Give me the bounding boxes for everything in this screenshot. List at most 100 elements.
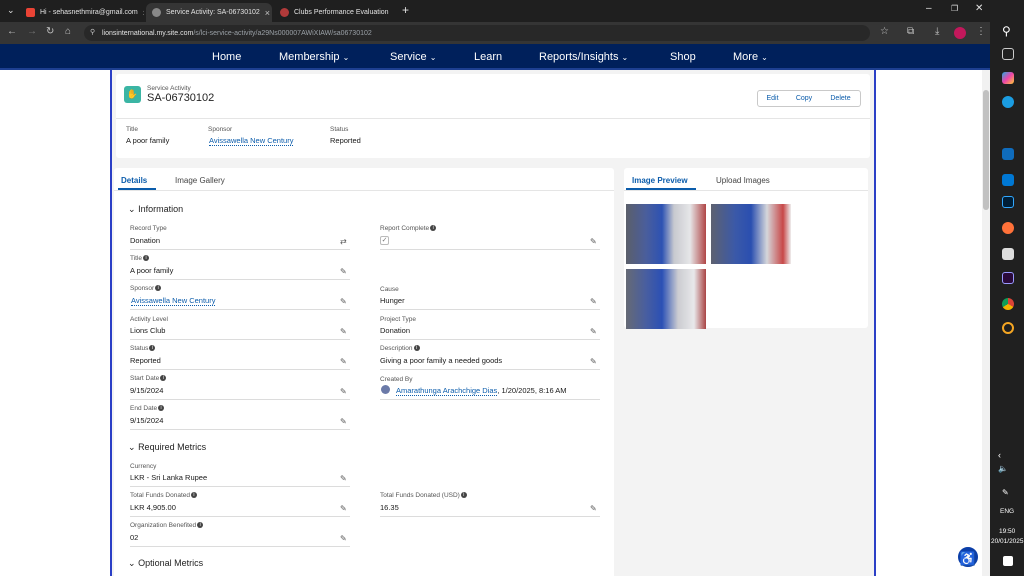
bookmark-star-icon[interactable]: ☆ xyxy=(880,26,889,37)
download-icon[interactable]: ⤓ xyxy=(935,26,939,37)
menu-icon[interactable]: ⋮ xyxy=(976,26,986,37)
volume-icon[interactable]: 🔈 xyxy=(998,464,1008,473)
info-icon[interactable]: i xyxy=(143,255,150,262)
edit-pencil-icon[interactable]: ✎ xyxy=(590,298,598,306)
field-divider xyxy=(130,249,350,250)
info-icon[interactable]: i xyxy=(149,345,156,352)
chevron-down-icon: ⌄ xyxy=(128,442,136,452)
tray-expand-icon[interactable]: ‹ xyxy=(998,450,1001,460)
edit-pencil-icon[interactable]: ✎ xyxy=(340,388,348,396)
language-indicator[interactable]: ENG xyxy=(1000,508,1014,515)
nav-home[interactable]: Home xyxy=(212,51,241,63)
info-icon[interactable]: i xyxy=(155,285,162,292)
edit-pencil-icon[interactable]: ✎ xyxy=(340,418,348,426)
field-divider xyxy=(130,309,350,310)
info-icon[interactable]: i xyxy=(413,345,420,352)
site-info-icon[interactable]: ⚲ xyxy=(90,28,95,36)
mail-icon[interactable] xyxy=(1002,174,1014,186)
nav-service[interactable]: Service ⌄ xyxy=(390,51,436,63)
activity-level-label: Activity Level xyxy=(130,316,168,323)
tab-service-activity[interactable]: Service Activity: SA-06730102 × xyxy=(146,3,272,22)
info-icon[interactable]: i xyxy=(158,405,165,412)
activity-photo-thumbnail[interactable] xyxy=(626,204,706,264)
nav-shop[interactable]: Shop xyxy=(670,51,696,63)
copy-button[interactable]: Copy xyxy=(787,90,822,107)
activity-photo-thumbnail[interactable] xyxy=(711,204,791,264)
new-tab-button[interactable]: + xyxy=(402,3,409,17)
edit-pencil-icon[interactable]: ✎ xyxy=(340,358,348,366)
edit-pencil-icon[interactable]: ✎ xyxy=(340,475,348,483)
nav-more[interactable]: More ⌄ xyxy=(733,51,768,63)
accessibility-button[interactable]: ♿ xyxy=(956,545,980,569)
activity-photo-thumbnail[interactable] xyxy=(626,269,706,329)
edit-pencil-icon[interactable]: ✎ xyxy=(590,505,598,513)
edit-pencil-icon[interactable]: ✎ xyxy=(340,298,348,306)
forward-icon[interactable]: → xyxy=(27,26,37,37)
tab-image-preview[interactable]: Image Preview xyxy=(632,176,688,185)
edit-pencil-icon[interactable]: ✎ xyxy=(590,358,598,366)
edit-pencil-icon[interactable]: ✎ xyxy=(340,268,348,276)
pen-icon[interactable]: ✎ xyxy=(1002,488,1009,497)
sponsor-link[interactable]: Avissawella New Century xyxy=(131,296,216,306)
section-required-metrics[interactable]: ⌄ Required Metrics xyxy=(128,442,206,453)
nav-membership[interactable]: Membership ⌄ xyxy=(279,51,349,63)
edge-icon[interactable] xyxy=(1002,96,1014,108)
store-icon[interactable] xyxy=(1002,148,1014,160)
report-complete-label: Report Complete i xyxy=(380,225,437,232)
edit-pencil-icon[interactable]: ✎ xyxy=(590,328,598,336)
firefox-icon[interactable] xyxy=(1002,222,1014,234)
delete-button[interactable]: Delete xyxy=(821,90,861,107)
scrollbar-thumb[interactable] xyxy=(983,90,989,210)
chrome-icon[interactable] xyxy=(1002,298,1014,310)
tab-label: Hi - sehasnethmira@gmail.com xyxy=(40,9,138,16)
info-icon[interactable]: i xyxy=(160,375,167,382)
extensions-icon[interactable]: ⧉ xyxy=(907,26,914,37)
tab-details[interactable]: Details xyxy=(121,176,147,185)
section-information[interactable]: ⌄ Information xyxy=(128,204,183,215)
close-window-icon[interactable]: ✕ xyxy=(975,3,983,14)
edit-pencil-icon[interactable]: ✎ xyxy=(340,328,348,336)
created-by-user-link[interactable]: Amarathunga Arachchige Dias xyxy=(396,386,498,396)
clock-date[interactable]: 20/01/2025 xyxy=(991,538,1024,545)
edit-pencil-icon[interactable]: ✎ xyxy=(340,535,348,543)
info-icon[interactable]: i xyxy=(460,492,467,499)
tab-clubs-performance[interactable]: Clubs Performance Evaluation × xyxy=(274,3,394,22)
photoshop-icon[interactable] xyxy=(1002,196,1014,208)
nav-learn[interactable]: Learn xyxy=(474,51,502,63)
address-bar[interactable]: ⚲ lionsinternational.my.site.com/s/lci-s… xyxy=(84,25,870,41)
nav-reports-insights[interactable]: Reports/Insights ⌄ xyxy=(539,51,628,63)
media-player-icon[interactable] xyxy=(1002,322,1014,334)
back-icon[interactable]: ← xyxy=(7,26,17,37)
tab-upload-images[interactable]: Upload Images xyxy=(716,176,770,185)
scrollbar[interactable] xyxy=(982,70,990,576)
info-icon[interactable]: i xyxy=(430,225,437,232)
app-icon[interactable] xyxy=(1002,248,1014,260)
report-complete-checkbox[interactable]: ✓ xyxy=(380,236,389,245)
edit-pencil-icon[interactable]: ✎ xyxy=(590,238,598,246)
clock-time[interactable]: 19:50 xyxy=(999,528,1015,535)
reload-icon[interactable]: ↻ xyxy=(46,26,54,37)
edit-button[interactable]: Edit xyxy=(757,90,788,107)
change-record-type-icon[interactable]: ⇄ xyxy=(340,238,348,246)
tab-gmail[interactable]: Hi - sehasnethmira@gmail.com × xyxy=(20,3,144,22)
home-icon[interactable]: ⌂ xyxy=(65,26,71,37)
section-optional-metrics[interactable]: ⌄ Optional Metrics xyxy=(128,558,203,569)
profile-avatar[interactable] xyxy=(954,27,966,39)
info-icon[interactable]: i xyxy=(197,522,204,529)
edit-pencil-icon[interactable]: ✎ xyxy=(340,505,348,513)
premiere-icon[interactable] xyxy=(1002,272,1014,284)
notification-icon[interactable] xyxy=(1003,556,1013,566)
restore-icon[interactable]: ❐ xyxy=(951,4,958,13)
chevron-down-icon: ⌄ xyxy=(342,53,350,62)
tab-image-gallery[interactable]: Image Gallery xyxy=(175,176,225,185)
search-icon[interactable]: ⚲ xyxy=(1002,24,1011,38)
close-icon[interactable]: × xyxy=(265,8,270,18)
info-icon[interactable]: i xyxy=(190,492,197,499)
tab-search-icon[interactable]: ⌄ xyxy=(7,5,15,16)
task-view-icon[interactable] xyxy=(1002,48,1014,60)
highlight-sponsor-link[interactable]: Avissawella New Century xyxy=(209,136,294,146)
browser-tab-bar: ⌄ Hi - sehasnethmira@gmail.com × Service… xyxy=(0,0,990,22)
minimize-icon[interactable]: – xyxy=(926,3,932,14)
close-icon[interactable]: × xyxy=(143,8,144,18)
copilot-icon[interactable] xyxy=(1002,72,1014,84)
